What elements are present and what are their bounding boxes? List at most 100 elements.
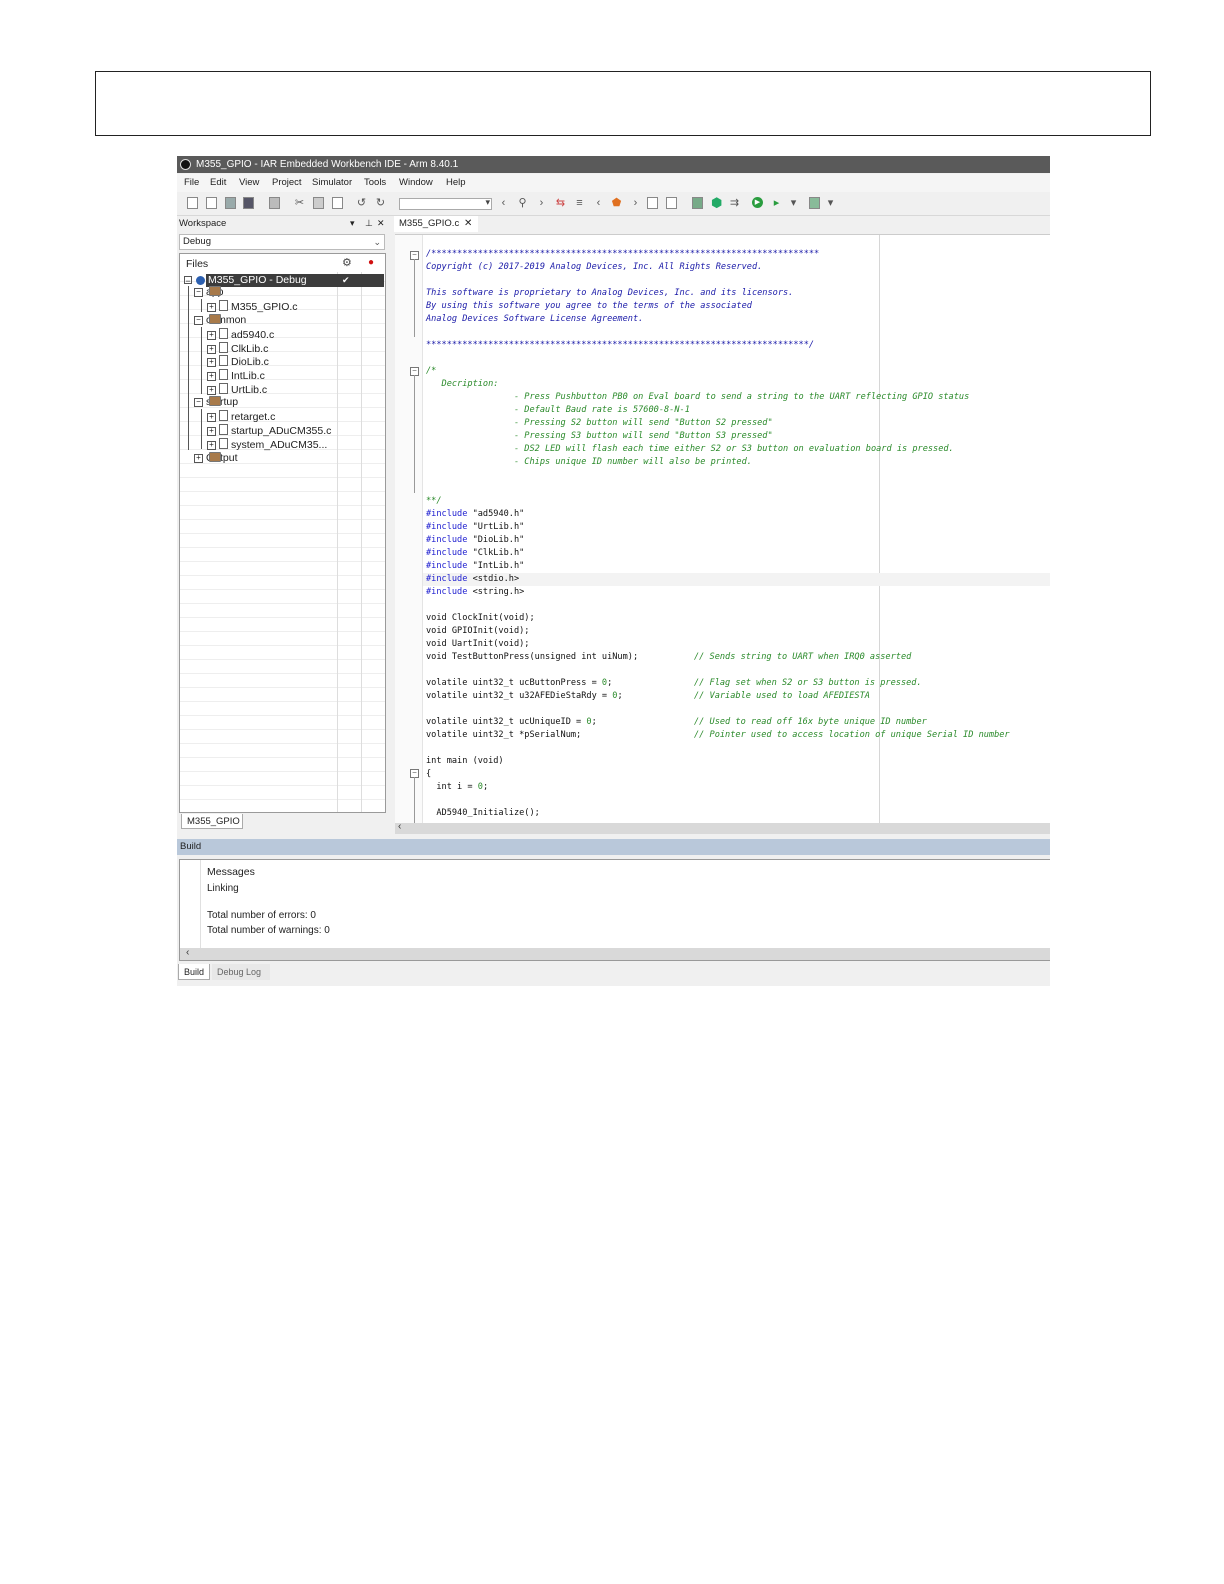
- nav-forward-icon[interactable]: ›: [630, 197, 641, 209]
- code-line: /*: [426, 366, 437, 376]
- tree-file-system-aducm355[interactable]: + system_ADuCM35...: [207, 438, 327, 451]
- toolbar-overflow-icon[interactable]: ▾: [788, 197, 799, 209]
- tab-build[interactable]: Build: [178, 964, 210, 980]
- menu-file[interactable]: File: [184, 174, 199, 192]
- collapse-icon[interactable]: −: [194, 288, 203, 297]
- save-all-icon[interactable]: [243, 197, 254, 209]
- menu-project[interactable]: Project: [272, 174, 302, 192]
- file-icon: [219, 355, 228, 366]
- expand-icon[interactable]: +: [194, 454, 203, 463]
- nav-back-icon[interactable]: ‹: [593, 197, 604, 209]
- find-combo[interactable]: [399, 197, 492, 210]
- tree-folder-output[interactable]: + Output: [194, 452, 238, 465]
- toggle-breakpoint-icon[interactable]: ⬢: [711, 196, 722, 209]
- make-and-restart-icon[interactable]: [809, 197, 820, 209]
- file-icon: [219, 369, 228, 380]
- build-header: Build: [177, 839, 1050, 855]
- project-node[interactable]: M355_GPIO - Debug ✔: [206, 274, 384, 287]
- code-editor[interactable]: − − − /*********************************…: [395, 234, 1050, 823]
- tree-file-startup-aducm355[interactable]: + startup_ADuCM355.c: [207, 424, 331, 437]
- expand-icon[interactable]: +: [207, 345, 216, 354]
- editor-tab[interactable]: M355_GPIO.c ✕: [394, 216, 478, 232]
- open-file-icon[interactable]: [206, 197, 217, 209]
- toolbar-overflow-2-icon[interactable]: ▾: [825, 197, 836, 209]
- make-icon[interactable]: [666, 197, 677, 209]
- configuration-select[interactable]: Debug ⌄: [179, 234, 385, 250]
- tree-file-retarget[interactable]: + retarget.c: [207, 410, 275, 423]
- tree-file-m355-gpio[interactable]: + M355_GPIO.c: [207, 300, 298, 313]
- pin-icon[interactable]: ⊥: [365, 216, 373, 231]
- search-icon[interactable]: ⚲: [517, 197, 528, 209]
- expand-icon[interactable]: +: [207, 386, 216, 395]
- expand-icon[interactable]: +: [207, 358, 216, 367]
- tree-label: DioLib.c: [231, 356, 269, 368]
- tree-folder-common[interactable]: − common: [194, 314, 246, 327]
- menu-help[interactable]: Help: [446, 174, 466, 192]
- save-icon[interactable]: [225, 197, 236, 209]
- tree-file-diolib[interactable]: + DioLib.c: [207, 355, 269, 368]
- build-messages-panel: Messages Linking Total number of errors:…: [179, 859, 1050, 961]
- forward-icon[interactable]: ›: [536, 197, 547, 209]
- new-file-icon[interactable]: [187, 197, 198, 209]
- document-header-box: [95, 71, 1151, 136]
- menu-window[interactable]: Window: [399, 174, 433, 192]
- gear-icon[interactable]: ⚙: [342, 254, 352, 272]
- menu-view[interactable]: View: [239, 174, 259, 192]
- collapse-icon[interactable]: −: [184, 276, 192, 286]
- file-icon: [219, 328, 228, 339]
- code-line: void UartInit(void);: [426, 639, 530, 649]
- tree-file-intlib[interactable]: + IntLib.c: [207, 369, 265, 382]
- tree-folder-startup[interactable]: − startup: [194, 396, 238, 409]
- file-icon: [219, 424, 228, 435]
- scroll-left-icon[interactable]: ‹: [186, 947, 189, 958]
- title-bar: M355_GPIO - IAR Embedded Workbench IDE -…: [177, 156, 1050, 173]
- paste-icon[interactable]: [332, 197, 343, 209]
- tab-debug-log[interactable]: Debug Log: [212, 964, 270, 980]
- tree-label: M355_GPIO.c: [231, 301, 298, 313]
- code-line: Decription:: [426, 379, 499, 389]
- column-divider: [200, 860, 201, 948]
- code-line: #include "DioLib.h": [426, 535, 525, 545]
- collapse-icon[interactable]: −: [194, 398, 203, 407]
- cut-icon[interactable]: ✂: [294, 197, 305, 209]
- collapse-icon[interactable]: −: [194, 316, 203, 325]
- tree-file-clklib[interactable]: + ClkLib.c: [207, 342, 268, 355]
- close-tab-icon[interactable]: ✕: [464, 216, 472, 232]
- compile-icon[interactable]: [647, 197, 658, 209]
- menu-tools[interactable]: Tools: [364, 174, 386, 192]
- indent-icon[interactable]: ≡: [574, 197, 585, 209]
- print-icon[interactable]: [269, 197, 280, 209]
- expand-icon[interactable]: +: [207, 427, 216, 436]
- copy-icon[interactable]: [313, 197, 324, 209]
- debug-without-download-icon[interactable]: ▸: [771, 197, 782, 209]
- expand-icon[interactable]: +: [207, 372, 216, 381]
- breakpoint-icon[interactable]: ⬟: [611, 197, 622, 209]
- code-line: ****************************************…: [426, 340, 815, 350]
- folder-icon: [209, 452, 221, 462]
- expand-icon[interactable]: +: [207, 331, 216, 340]
- editor-horizontal-scrollbar[interactable]: ‹: [395, 821, 1050, 834]
- tree-file-urtlib[interactable]: + UrtLib.c: [207, 383, 267, 396]
- tree-folder-app[interactable]: −app: [194, 286, 224, 299]
- scroll-left-icon[interactable]: ‹: [398, 821, 401, 832]
- expand-icon[interactable]: +: [207, 413, 216, 422]
- redo-icon[interactable]: ↻: [375, 197, 386, 209]
- breakpoints-list-icon[interactable]: ⇉: [729, 197, 740, 209]
- code-line: #include "ClkLib.h": [426, 548, 525, 558]
- download-debug-icon[interactable]: ▶: [752, 197, 763, 208]
- stop-build-icon[interactable]: [692, 197, 703, 209]
- folder-icon: [209, 396, 221, 406]
- toggle-bookmark-icon[interactable]: ⇆: [555, 197, 566, 209]
- build-horizontal-scrollbar[interactable]: ‹: [180, 947, 1050, 960]
- expand-icon[interactable]: +: [207, 303, 216, 312]
- workspace-tab[interactable]: M355_GPIO: [181, 814, 243, 829]
- expand-icon[interactable]: +: [207, 441, 216, 450]
- close-icon[interactable]: ✕: [377, 216, 385, 231]
- undo-icon[interactable]: ↺: [356, 197, 367, 209]
- back-icon[interactable]: ‹: [498, 197, 509, 209]
- menu-edit[interactable]: Edit: [210, 174, 226, 192]
- panel-menu-icon[interactable]: ▾: [350, 216, 355, 231]
- code-line: This software is proprietary to Analog D…: [426, 288, 794, 298]
- tree-file-ad5940[interactable]: + ad5940.c: [207, 328, 274, 341]
- menu-simulator[interactable]: Simulator: [312, 174, 352, 192]
